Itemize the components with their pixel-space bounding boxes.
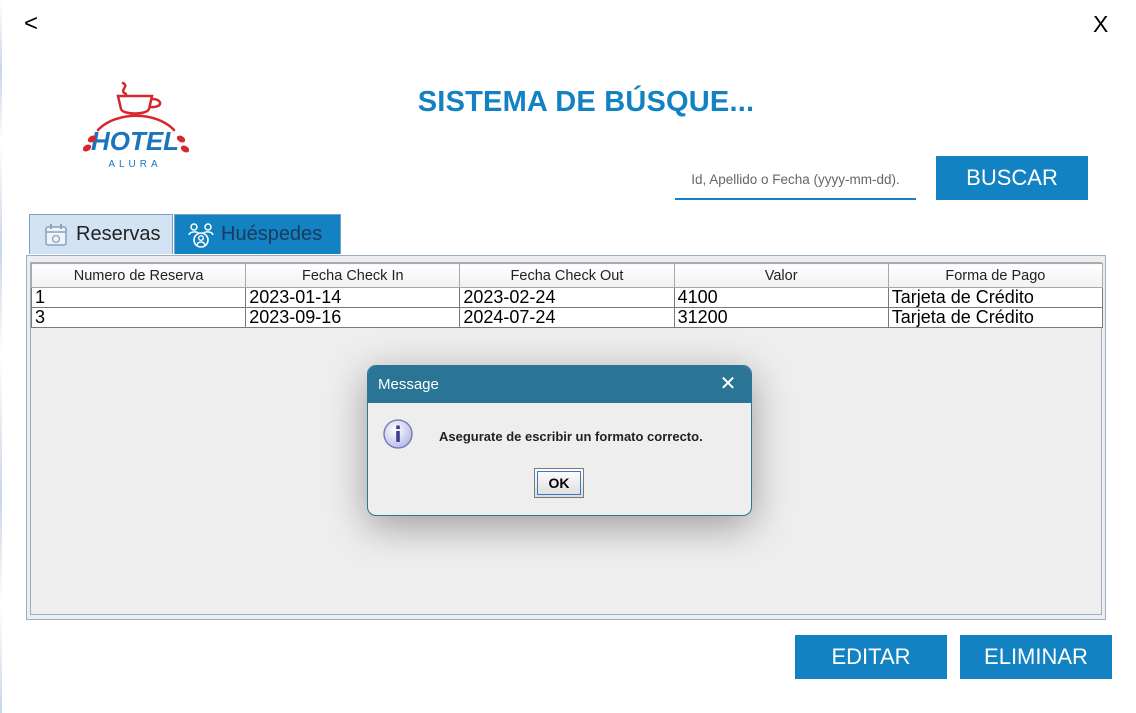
- search-input[interactable]: [675, 160, 916, 200]
- table-cell[interactable]: 2023-01-14: [245, 287, 461, 308]
- column-header[interactable]: Fecha Check In: [245, 263, 461, 288]
- window-edge: [0, 0, 2, 713]
- dialog-title: Message: [378, 376, 439, 393]
- column-header[interactable]: Numero de Reserva: [30, 263, 247, 288]
- table-cell[interactable]: 4100: [673, 287, 889, 308]
- table-row[interactable]: 3 2023-09-16 2024-07-24 31200 Tarjeta de…: [30, 307, 1104, 328]
- page-title: SISTEMA DE BÚSQUE...: [417, 86, 755, 118]
- column-header[interactable]: Valor: [673, 263, 889, 288]
- delete-button[interactable]: ELIMINAR: [960, 635, 1112, 679]
- info-icon: [383, 419, 413, 449]
- guests-icon: [188, 222, 214, 248]
- dialog-title-bar[interactable]: Message ✕: [368, 366, 751, 403]
- table-cell[interactable]: 3: [30, 307, 247, 328]
- logo-subtitle: ALURA: [108, 159, 161, 170]
- tab-reservas-label: Reservas: [76, 223, 161, 245]
- search-button[interactable]: BUSCAR: [936, 156, 1088, 200]
- back-button[interactable]: <: [24, 10, 48, 38]
- dialog-close-icon[interactable]: ✕: [713, 366, 743, 403]
- edit-button[interactable]: EDITAR: [795, 635, 947, 679]
- ok-button[interactable]: OK: [534, 468, 584, 498]
- tab-reservas[interactable]: Reservas: [29, 214, 173, 254]
- hotel-logo: HOTEL ALURA: [82, 81, 190, 170]
- table-header-row: Numero de Reserva Fecha Check In Fecha C…: [30, 263, 1104, 288]
- calendar-icon: [45, 223, 67, 246]
- column-header[interactable]: Fecha Check Out: [459, 263, 675, 288]
- table-row[interactable]: 1 2023-01-14 2023-02-24 4100 Tarjeta de …: [30, 287, 1104, 308]
- reservations-table: Numero de Reserva Fecha Check In Fecha C…: [30, 263, 1104, 328]
- dialog-message: Asegurate de escribir un formato correct…: [439, 429, 703, 444]
- close-window-button[interactable]: X: [1093, 10, 1117, 38]
- column-header[interactable]: Forma de Pago: [887, 263, 1104, 288]
- tab-huespedes-label: Huéspedes: [221, 223, 323, 245]
- table-cell[interactable]: 31200: [673, 307, 889, 328]
- table-cell[interactable]: 2023-09-16: [245, 307, 461, 328]
- tab-huespedes[interactable]: Huéspedes: [174, 214, 341, 254]
- coffee-cup-icon: [96, 81, 176, 132]
- table-cell[interactable]: 2024-07-24: [459, 307, 675, 328]
- table-cell[interactable]: 1: [30, 287, 247, 308]
- table-cell[interactable]: Tarjeta de Crédito: [887, 307, 1104, 328]
- logo-word: HOTEL: [91, 126, 179, 156]
- table-cell[interactable]: Tarjeta de Crédito: [887, 287, 1104, 308]
- table-cell[interactable]: 2023-02-24: [459, 287, 675, 308]
- message-dialog: Message ✕ Asegurate de escribir un forma…: [367, 365, 752, 516]
